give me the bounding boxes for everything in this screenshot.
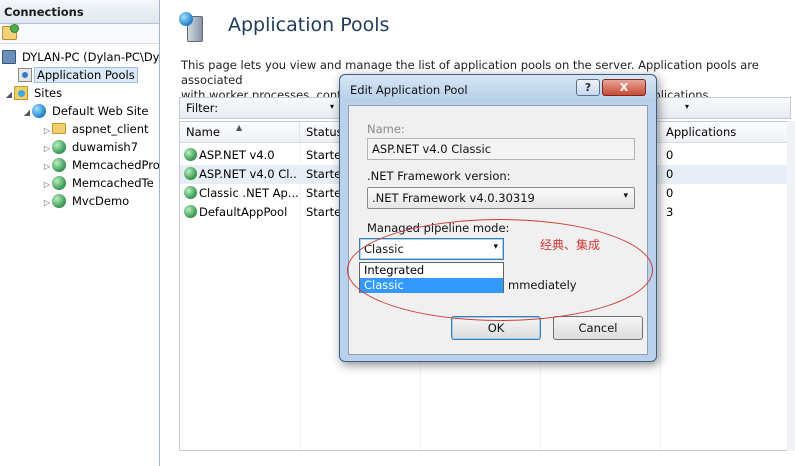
- connections-toolbar: [0, 24, 159, 44]
- app-pool-icon: [184, 167, 197, 180]
- computer-icon: [2, 50, 16, 64]
- cell-text: ASP.NET v4.0: [199, 148, 275, 162]
- tree-node-label: MemcachedPro: [72, 158, 160, 172]
- cell-applications: 0: [666, 186, 674, 200]
- app-pool-icon: [184, 186, 197, 199]
- tree-node-label: Application Pools: [34, 67, 138, 83]
- cancel-button[interactable]: Cancel: [553, 316, 643, 340]
- web-app-icon: [52, 194, 66, 208]
- tree-node-mvcdemo[interactable]: ▷ MvcDemo: [42, 192, 133, 210]
- name-field: ASP.NET v4.0 Classic: [367, 138, 635, 160]
- tree-node-memcachedte[interactable]: ▷ MemcachedTe: [42, 174, 158, 192]
- web-app-icon: [52, 176, 66, 190]
- tree-node-sites[interactable]: ◢ Sites: [4, 84, 66, 102]
- connections-header: Connections: [0, 0, 159, 24]
- help-button[interactable]: ?: [576, 79, 600, 96]
- tree-node-memcachedpro[interactable]: ▷ MemcachedPro: [42, 156, 160, 174]
- tree-node-label: aspnet_client: [72, 122, 149, 136]
- page-title: Application Pools: [228, 14, 390, 36]
- sort-ascending-icon: ▲: [236, 123, 243, 132]
- app-pools-title-icon: [179, 12, 209, 44]
- web-app-icon: [52, 140, 66, 154]
- tree-node-label: Sites: [34, 86, 63, 100]
- column-header-label: Status: [306, 125, 343, 139]
- app-pool-icon: [184, 205, 197, 218]
- app-pool-icon: [184, 148, 197, 161]
- close-button[interactable]: X: [602, 79, 646, 96]
- filter-label: Filter:: [186, 101, 219, 115]
- tree-node-aspnet-client[interactable]: ▷ aspnet_client: [42, 120, 153, 138]
- framework-select-value: .NET Framework v4.0.30319: [372, 191, 535, 205]
- grid-scrollbar[interactable]: [787, 121, 795, 451]
- sites-icon: [14, 86, 28, 100]
- folder-icon: [52, 123, 66, 134]
- tree-node-label: Default Web Site: [52, 104, 149, 118]
- name-label: Name:: [367, 122, 405, 136]
- tree-node-default-web-site[interactable]: ◢ Default Web Site: [22, 102, 152, 120]
- cell-applications: 0: [666, 167, 674, 181]
- app-pools-icon: [18, 68, 32, 82]
- dialog-titlebar[interactable]: Edit Application Pool ? X: [340, 75, 656, 103]
- dialog-title: Edit Application Pool: [350, 83, 468, 97]
- show-dropdown-icon[interactable]: ▾: [685, 102, 689, 111]
- cell-applications: 3: [666, 205, 674, 219]
- cell-name: ASP.NET v4.0: [184, 146, 298, 165]
- column-header-applications[interactable]: Applications: [660, 122, 790, 143]
- cell-text: DefaultAppPool: [199, 205, 288, 219]
- expand-arrow-icon[interactable]: ▷: [42, 194, 52, 212]
- tree-node-application-pools[interactable]: Application Pools: [18, 66, 138, 84]
- tree-node-server[interactable]: DYLAN-PC (Dylan-PC\Dyl: [2, 48, 160, 66]
- cell-name: ASP.NET v4.0 Cl...: [184, 165, 298, 184]
- tree-node-label: MemcachedTe: [72, 176, 154, 190]
- framework-label: .NET Framework version:: [367, 169, 511, 183]
- cell-name: DefaultAppPool: [184, 203, 298, 222]
- collapse-arrow-icon[interactable]: ◢: [4, 86, 14, 104]
- tree-node-duwamish7[interactable]: ▷ duwamish7: [42, 138, 142, 156]
- globe-icon: [32, 104, 46, 118]
- cell-text: Classic .NET Ap...: [199, 186, 298, 200]
- cell-name: Classic .NET Ap...: [184, 184, 298, 203]
- chevron-down-icon: ▾: [623, 191, 628, 201]
- connect-icon[interactable]: [2, 24, 19, 40]
- framework-select[interactable]: .NET Framework v4.0.30319 ▾: [367, 187, 635, 209]
- cell-applications: 0: [666, 148, 674, 162]
- filter-dropdown-icon[interactable]: ▾: [330, 102, 334, 111]
- tree-node-label: duwamish7: [72, 140, 139, 154]
- collapse-arrow-icon[interactable]: ◢: [22, 104, 32, 122]
- tree-node-label: DYLAN-PC (Dylan-PC\Dyl: [22, 50, 160, 64]
- tree-node-label: MvcDemo: [72, 194, 130, 208]
- annotation-ellipse: [347, 219, 653, 321]
- annotation-text: 经典、集成: [540, 238, 601, 252]
- cell-text: ASP.NET v4.0 Cl...: [199, 167, 298, 181]
- column-header-label: Applications: [666, 125, 737, 139]
- column-header-label: Name: [186, 125, 220, 139]
- web-app-icon: [52, 158, 66, 172]
- column-header-name[interactable]: Name ▲: [180, 122, 300, 143]
- connections-pane: Connections DYLAN-PC (Dylan-PC\Dyl Appli…: [0, 0, 160, 466]
